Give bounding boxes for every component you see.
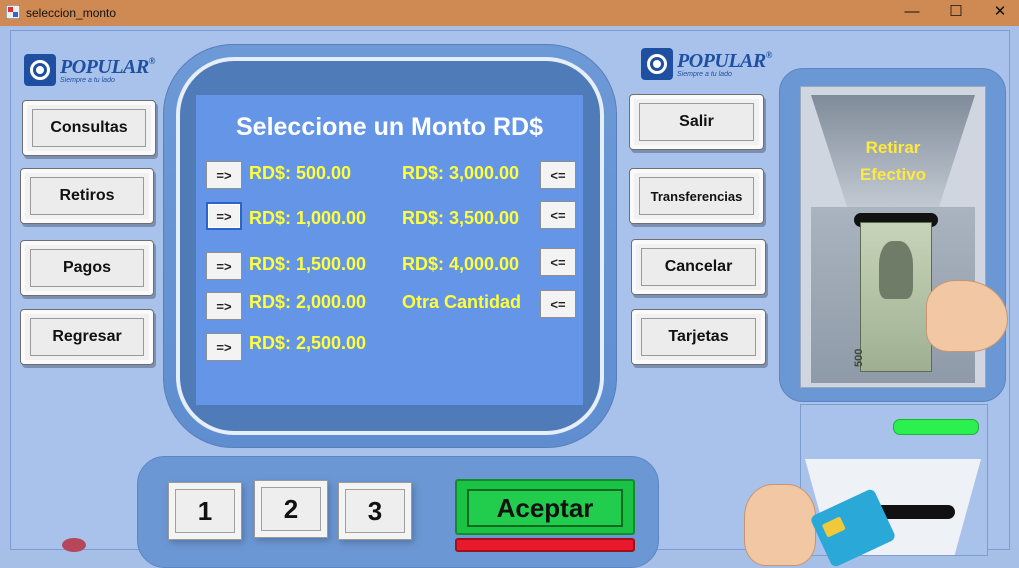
app-icon (6, 5, 20, 19)
banknote-value: 500 (853, 348, 865, 367)
logo-name: POPULAR (677, 50, 766, 72)
logo-tagline: Siempre a tu lado (677, 71, 732, 78)
minimize-button[interactable]: — (889, 0, 935, 26)
screen-heading: Seleccione un Monto RD$ (236, 113, 543, 141)
select-1500-button[interactable]: => (206, 252, 242, 280)
regresar-button[interactable]: Regresar (20, 309, 154, 365)
hand-with-card-icon (744, 484, 816, 566)
select-500-button[interactable]: => (206, 161, 242, 189)
popular-logo-left: POPULAR® Siempre a tu lado (24, 54, 155, 90)
salir-button[interactable]: Salir (629, 94, 764, 150)
select-2500-button[interactable]: => (206, 333, 242, 361)
select-4000-button[interactable]: <= (540, 248, 576, 276)
select-3000-button[interactable]: <= (540, 161, 576, 189)
portrait-icon (879, 241, 913, 299)
amount-1000-label: RD$: 1,000.00 (249, 208, 367, 228)
amount-4000-label: RD$: 4,000.00 (402, 254, 520, 274)
logo-name: POPULAR (60, 56, 149, 78)
tarjetas-button[interactable]: Tarjetas (631, 309, 766, 365)
select-otra-cantidad-button[interactable]: <= (540, 290, 576, 318)
retiros-button[interactable]: Retiros (20, 168, 154, 224)
otra-cantidad-label: Otra Cantidad (402, 292, 522, 312)
key-1[interactable]: 1 (168, 482, 242, 540)
window-title: seleccion_monto (26, 6, 117, 20)
popular-mark-icon (641, 48, 673, 80)
retirar-label: Retirar (865, 138, 921, 157)
amount-2000-label: RD$: 2,000.00 (249, 292, 367, 312)
pagos-button[interactable]: Pagos (20, 240, 154, 296)
select-2000-button[interactable]: => (206, 292, 242, 320)
amount-500-label: RD$: 500.00 (249, 163, 352, 183)
popular-mark-icon (24, 54, 56, 86)
cancelar-button[interactable]: Cancelar (631, 239, 766, 295)
select-3500-button[interactable]: <= (540, 201, 576, 229)
green-indicator-light (893, 419, 979, 435)
consultas-button[interactable]: Consultas (22, 100, 156, 156)
logo-tagline: Siempre a tu lado (60, 77, 115, 84)
key-3[interactable]: 3 (338, 482, 412, 540)
amount-3000-label: RD$: 3,000.00 (402, 163, 520, 183)
amount-3500-label: RD$: 3,500.00 (402, 208, 520, 228)
key-2[interactable]: 2 (254, 480, 328, 538)
title-bar: seleccion_monto — ☐ ✕ (0, 0, 1019, 26)
banknote-image[interactable]: 500 (853, 222, 932, 372)
red-button[interactable] (455, 538, 635, 552)
partial-element (62, 538, 86, 552)
popular-logo-right: POPULAR® Siempre a tu lado (641, 48, 772, 84)
transferencias-button[interactable]: Transferencias (629, 168, 764, 224)
amount-selection-screen: Seleccione un Monto RD$ (196, 95, 583, 405)
aceptar-button[interactable]: Aceptar (455, 479, 635, 535)
maximize-button[interactable]: ☐ (933, 0, 979, 26)
amount-1500-label: RD$: 1,500.00 (249, 254, 367, 274)
amount-2500-label: RD$: 2,500.00 (249, 333, 367, 353)
efectivo-label: Efectivo (859, 165, 927, 184)
select-1000-button[interactable]: => (206, 202, 242, 230)
close-button[interactable]: ✕ (977, 0, 1019, 26)
